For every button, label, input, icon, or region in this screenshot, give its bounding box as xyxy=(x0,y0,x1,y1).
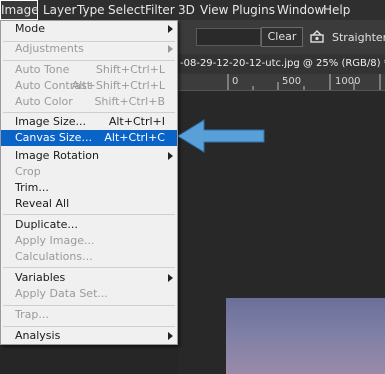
menu-item-label: Auto Color xyxy=(15,95,73,108)
menu-item-label: Variables xyxy=(15,271,66,284)
clear-button[interactable]: Clear xyxy=(261,27,303,47)
menu-item-analysis[interactable]: Analysis xyxy=(1,328,177,344)
menu-item-trap[interactable]: Trap... xyxy=(1,307,177,323)
menu-item-calculations[interactable]: Calculations... xyxy=(1,249,177,265)
menu-filter[interactable]: Filter xyxy=(145,3,175,17)
menu-view[interactable]: View xyxy=(200,3,228,17)
menu-item-canvas-size[interactable]: Canvas Size... Alt+Ctrl+C xyxy=(1,130,177,146)
menu-item-label: Auto Tone xyxy=(15,63,70,76)
menu-item-apply-image[interactable]: Apply Image... xyxy=(1,233,177,249)
annotation-arrow-icon xyxy=(177,119,265,153)
menu-type[interactable]: Type xyxy=(77,3,105,17)
ruler-label-0: 0 xyxy=(232,76,239,87)
menu-item-duplicate[interactable]: Duplicate... xyxy=(1,217,177,233)
menu-layer[interactable]: Layer xyxy=(43,3,76,17)
menu-item-crop[interactable]: Crop xyxy=(1,164,177,180)
ruler-label-1000: 1000 xyxy=(335,76,361,87)
menu-item-adjustments[interactable]: Adjustments xyxy=(1,41,177,57)
document-tab[interactable]: -08-29-12-20-12-utc.jpg @ 25% (RGB/8) * xyxy=(178,54,385,74)
menu-item-label: Calculations... xyxy=(15,250,93,263)
menu-item-label: Crop xyxy=(15,165,41,178)
menu-item-trim[interactable]: Trim... xyxy=(1,180,177,196)
menu-item-label: Reveal All xyxy=(15,197,70,210)
shortcut-text: Shift+Ctrl+L xyxy=(95,63,165,76)
submenu-arrow-icon xyxy=(168,45,173,53)
menu-item-label: Adjustments xyxy=(15,42,84,55)
menu-item-reveal-all[interactable]: Reveal All xyxy=(1,196,177,212)
menu-item-apply-data-set[interactable]: Apply Data Set... xyxy=(1,286,177,302)
ruler-label-500: 500 xyxy=(282,76,302,87)
menu-item-label: Apply Image... xyxy=(15,234,95,247)
menu-item-auto-color[interactable]: Auto Color Shift+Ctrl+B xyxy=(1,94,177,110)
menu-item-label: Apply Data Set... xyxy=(15,287,108,300)
menu-divider xyxy=(3,214,175,215)
options-bar: Clear Straighten xyxy=(178,20,385,54)
shortcut-text: Alt+Ctrl+I xyxy=(108,115,165,128)
submenu-arrow-icon xyxy=(168,274,173,282)
menu-item-variables[interactable]: Variables xyxy=(1,270,177,286)
menu-item-image-rotation[interactable]: Image Rotation xyxy=(1,148,177,164)
menu-3d[interactable]: 3D xyxy=(178,3,195,17)
menu-divider xyxy=(3,326,175,327)
menu-item-label: Duplicate... xyxy=(15,218,78,231)
straighten-label[interactable]: Straighten xyxy=(332,31,385,44)
horizontal-ruler: 0 500 1000 xyxy=(178,74,385,91)
menu-item-auto-tone[interactable]: Auto Tone Shift+Ctrl+L xyxy=(1,62,177,78)
menu-divider xyxy=(3,112,175,113)
menu-plugins[interactable]: Plugins xyxy=(232,3,275,17)
menu-item-label: Trap... xyxy=(15,308,49,321)
menu-item-label: Analysis xyxy=(15,329,61,342)
menu-item-auto-contrast[interactable]: Auto Contrast Alt+Shift+Ctrl+L xyxy=(1,78,177,94)
menu-item-label: Canvas Size... xyxy=(15,131,92,144)
straighten-icon[interactable] xyxy=(309,30,325,44)
document-image[interactable] xyxy=(226,298,385,374)
menu-window[interactable]: Window xyxy=(277,3,324,17)
menu-divider xyxy=(3,305,175,306)
shortcut-text: Alt+Shift+Ctrl+L xyxy=(71,79,165,92)
menu-divider xyxy=(3,60,175,61)
menu-item-label: Image Size... xyxy=(15,115,87,128)
menu-item-label: Trim... xyxy=(15,181,49,194)
ratio-field[interactable] xyxy=(196,28,261,46)
menu-item-image-size[interactable]: Image Size... Alt+Ctrl+I xyxy=(1,114,177,130)
menu-item-mode[interactable]: Mode xyxy=(1,21,177,37)
menu-divider xyxy=(3,267,175,268)
menu-help[interactable]: Help xyxy=(323,3,350,17)
submenu-arrow-icon xyxy=(168,25,173,33)
submenu-arrow-icon xyxy=(168,152,173,160)
shortcut-text: Alt+Ctrl+C xyxy=(104,131,165,144)
menu-select[interactable]: Select xyxy=(108,3,145,17)
shortcut-text: Shift+Ctrl+B xyxy=(94,95,165,108)
menu-item-label: Mode xyxy=(15,22,45,35)
menu-item-label: Image Rotation xyxy=(15,149,99,162)
submenu-arrow-icon xyxy=(168,332,173,340)
menu-image[interactable]: Image xyxy=(0,0,39,20)
menu-bar: Image Layer Type Select Filter 3D View P… xyxy=(0,0,385,20)
image-menu: Mode Adjustments Auto Tone Shift+Ctrl+L … xyxy=(0,20,178,345)
